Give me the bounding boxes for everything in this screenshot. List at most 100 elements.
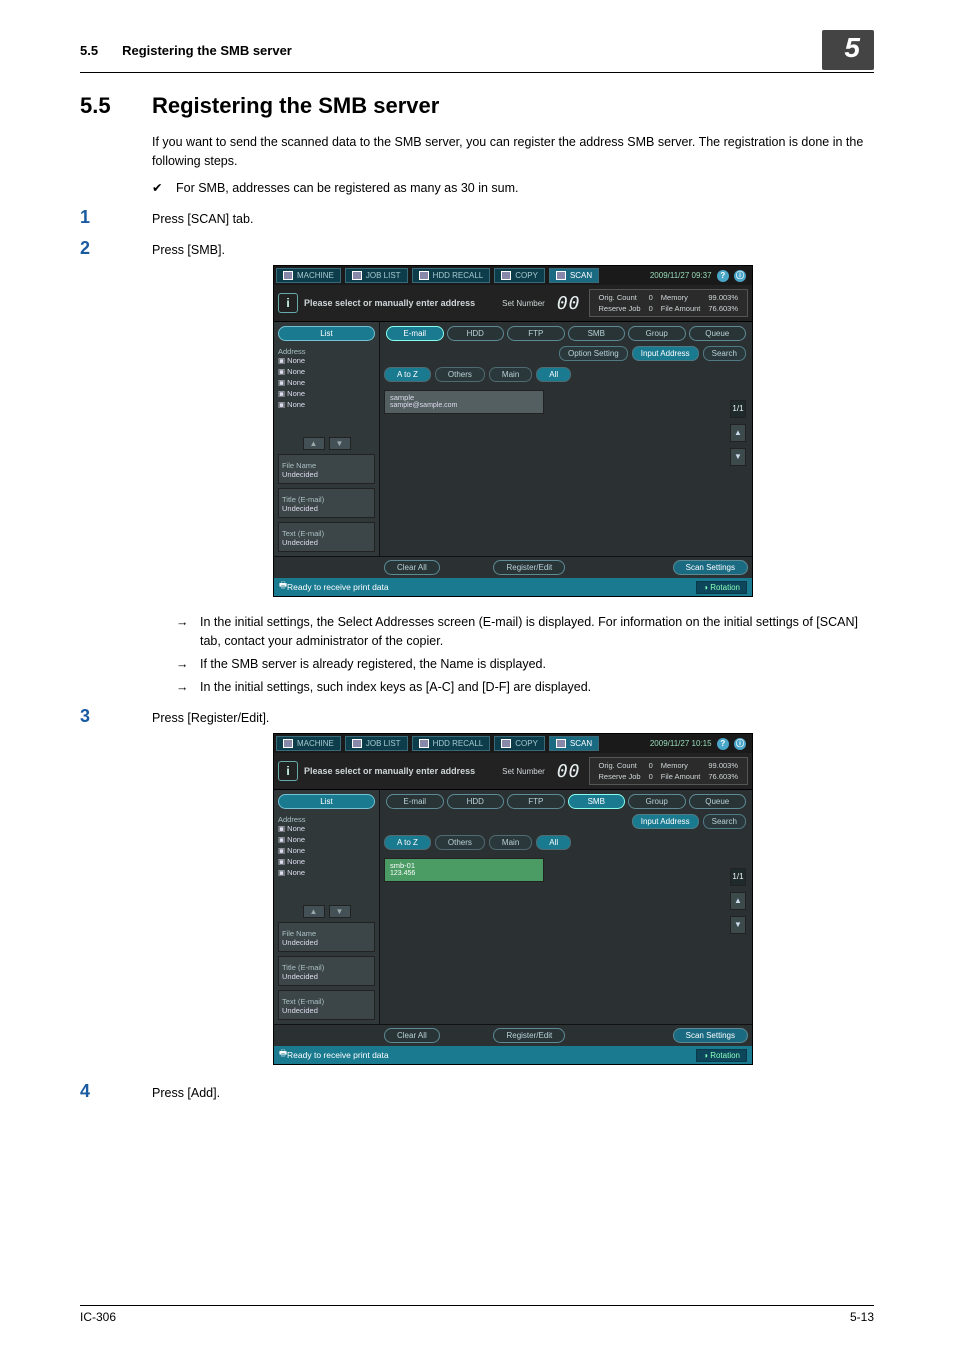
- address-label: Address: [278, 815, 375, 824]
- msg-text: Please select or manually enter address: [304, 298, 502, 308]
- input-address-button[interactable]: Input Address: [632, 814, 699, 829]
- register-edit-button[interactable]: Register/Edit: [493, 1028, 565, 1043]
- tab-copy[interactable]: COPY: [494, 268, 545, 283]
- idx-others[interactable]: Others: [435, 367, 485, 382]
- status-ready: Ready to receive print data: [287, 582, 389, 592]
- status-ready: Ready to receive print data: [287, 1050, 389, 1060]
- option-setting-button[interactable]: Option Setting: [559, 346, 628, 361]
- subtab-email[interactable]: E-mail: [386, 326, 444, 341]
- help-icon-2[interactable]: ⓘ: [734, 738, 746, 750]
- help-icon[interactable]: ?: [717, 738, 729, 750]
- intro-paragraph: If you want to send the scanned data to …: [152, 133, 874, 171]
- address-entry[interactable]: sample sample@sample.com: [384, 390, 544, 414]
- addr-none-3: ▣ None: [278, 378, 375, 387]
- datetime: 2009/11/27 09:37 ? ⓘ: [650, 270, 750, 282]
- idx-atoz[interactable]: A to Z: [384, 835, 431, 850]
- help-icon[interactable]: ?: [717, 270, 729, 282]
- subtab-hdd[interactable]: HDD: [447, 326, 505, 341]
- addr-none-4: ▣ None: [278, 389, 375, 398]
- count-box: Orig. Count0Memory99.003% Reserve Job0Fi…: [589, 289, 749, 317]
- subtab-queue[interactable]: Queue: [689, 326, 747, 341]
- search-button[interactable]: Search: [703, 346, 746, 361]
- tab-joblist[interactable]: JOB LIST: [345, 736, 408, 751]
- subtab-hdd[interactable]: HDD: [447, 794, 505, 809]
- set-number-label: Set Number: [502, 299, 545, 308]
- idx-all[interactable]: All: [536, 367, 571, 382]
- subtab-group[interactable]: Group: [628, 794, 686, 809]
- clear-all-button[interactable]: Clear All: [384, 1028, 440, 1043]
- scroll-count: 1/1: [730, 400, 746, 418]
- screenshot-step2: MACHINE JOB LIST HDD RECALL COPY SCAN 20…: [273, 265, 753, 597]
- clear-all-button[interactable]: Clear All: [384, 560, 440, 575]
- info-icon: i: [278, 761, 298, 781]
- address-entry[interactable]: smb-01 123.456: [384, 858, 544, 882]
- count-box: Orig. Count0Memory99.003% Reserve Job0Fi…: [589, 757, 749, 785]
- addr-none-1: ▣ None: [278, 824, 375, 833]
- set-number-label: Set Number: [502, 767, 545, 776]
- idx-atoz[interactable]: A to Z: [384, 367, 431, 382]
- step-1-num: 1: [80, 207, 152, 228]
- subtab-smb[interactable]: SMB: [568, 326, 626, 341]
- screenshot-step3: MACHINE JOB LIST HDD RECALL COPY SCAN 20…: [273, 733, 753, 1065]
- tab-copy[interactable]: COPY: [494, 736, 545, 751]
- subtab-smb[interactable]: SMB: [568, 794, 626, 809]
- step-4-text: Press [Add].: [152, 1086, 220, 1100]
- set-number-value: 00: [557, 761, 581, 782]
- addr-none-1: ▣ None: [278, 356, 375, 365]
- scan-settings-button[interactable]: Scan Settings: [673, 560, 748, 575]
- idx-all[interactable]: All: [536, 835, 571, 850]
- help-icon-2[interactable]: ⓘ: [734, 270, 746, 282]
- tab-scan[interactable]: SCAN: [549, 736, 599, 751]
- arrow-icon: →: [176, 655, 200, 674]
- addr-none-2: ▣ None: [278, 367, 375, 376]
- arrow-icon: →: [176, 678, 200, 697]
- subtab-queue[interactable]: Queue: [689, 794, 747, 809]
- addr-none-2: ▣ None: [278, 835, 375, 844]
- step-4-num: 4: [80, 1081, 152, 1102]
- check-icon: ✔: [152, 179, 176, 198]
- scroll-up[interactable]: ▲: [730, 424, 746, 442]
- step-3-text: Press [Register/Edit].: [152, 711, 269, 725]
- down-button[interactable]: ▼: [329, 437, 351, 450]
- arrow-icon: →: [176, 613, 200, 651]
- rotation-button[interactable]: ◑ Rotation: [696, 1049, 747, 1062]
- addr-none-5: ▣ None: [278, 400, 375, 409]
- step-1-text: Press [SCAN] tab.: [152, 212, 253, 226]
- section-num: 5.5: [80, 93, 152, 119]
- tab-hddrecall[interactable]: HDD RECALL: [412, 268, 491, 283]
- scroll-down[interactable]: ▼: [730, 448, 746, 466]
- idx-others[interactable]: Others: [435, 835, 485, 850]
- subtab-ftp[interactable]: FTP: [507, 794, 565, 809]
- note-2b: If the SMB server is already registered,…: [200, 655, 546, 674]
- list-button[interactable]: List: [278, 794, 375, 809]
- subtab-email[interactable]: E-mail: [386, 794, 444, 809]
- up-button[interactable]: ▲: [303, 437, 325, 450]
- addr-none-3: ▣ None: [278, 846, 375, 855]
- scan-settings-button[interactable]: Scan Settings: [673, 1028, 748, 1043]
- register-edit-button[interactable]: Register/Edit: [493, 560, 565, 575]
- scroll-down[interactable]: ▼: [730, 916, 746, 934]
- tab-hddrecall[interactable]: HDD RECALL: [412, 736, 491, 751]
- tab-machine[interactable]: MACHINE: [276, 736, 341, 751]
- tab-machine[interactable]: MACHINE: [276, 268, 341, 283]
- list-button[interactable]: List: [278, 326, 375, 341]
- step-2-num: 2: [80, 238, 152, 259]
- subtab-ftp[interactable]: FTP: [507, 326, 565, 341]
- idx-main[interactable]: Main: [489, 835, 532, 850]
- header-section-num: 5.5: [80, 43, 98, 58]
- check-text: For SMB, addresses can be registered as …: [176, 179, 519, 198]
- idx-main[interactable]: Main: [489, 367, 532, 382]
- input-address-button[interactable]: Input Address: [632, 346, 699, 361]
- subtab-group[interactable]: Group: [628, 326, 686, 341]
- search-button[interactable]: Search: [703, 814, 746, 829]
- up-button[interactable]: ▲: [303, 905, 325, 918]
- rotation-button[interactable]: ◑ Rotation: [696, 581, 747, 594]
- tab-joblist[interactable]: JOB LIST: [345, 268, 408, 283]
- scroll-up[interactable]: ▲: [730, 892, 746, 910]
- note-2a: In the initial settings, the Select Addr…: [200, 613, 874, 651]
- tab-scan[interactable]: SCAN: [549, 268, 599, 283]
- footer-right: 5-13: [850, 1310, 874, 1324]
- down-button[interactable]: ▼: [329, 905, 351, 918]
- section-title: Registering the SMB server: [152, 93, 439, 119]
- printer-icon: 🖶: [279, 580, 287, 594]
